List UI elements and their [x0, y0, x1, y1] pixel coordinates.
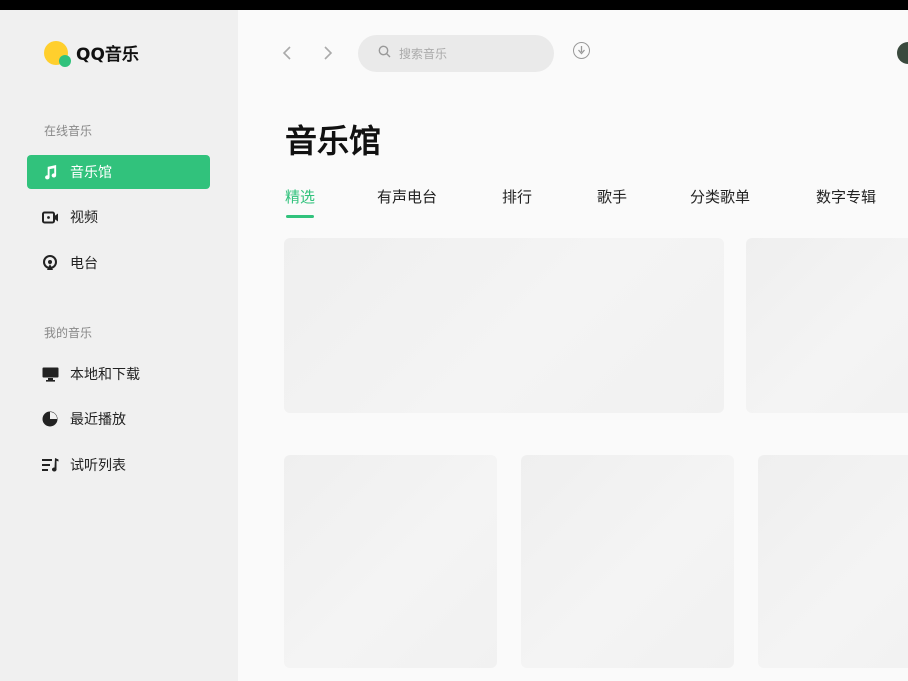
sidebar-item-local-download[interactable]: 本地和下载 — [27, 357, 210, 391]
clock-icon — [41, 410, 59, 428]
tab-audio-radio[interactable]: 有声电台 — [377, 186, 437, 207]
tab-charts[interactable]: 排行 — [502, 186, 532, 207]
app-name: QQ音乐 — [76, 45, 139, 65]
tab-singers[interactable]: 歌手 — [597, 186, 627, 207]
search-input[interactable] — [397, 45, 531, 62]
tab-category-playlists[interactable]: 分类歌单 — [690, 186, 750, 207]
sidebar-item-video[interactable]: 视频 — [27, 200, 210, 234]
search-box[interactable] — [358, 35, 554, 72]
playlist-icon — [41, 456, 59, 474]
avatar[interactable] — [897, 42, 908, 64]
app-logo[interactable]: QQ音乐 — [44, 40, 139, 67]
sidebar-item-label: 电台 — [70, 256, 98, 272]
active-tab-indicator — [286, 215, 314, 218]
banner-card[interactable] — [284, 238, 724, 413]
sidebar-item-label: 本地和下载 — [70, 367, 140, 383]
sidebar: QQ音乐 在线音乐 音乐馆 视频 电台 我的音乐 本地和下载 最近播放 试听列表 — [0, 10, 238, 681]
app-window: QQ音乐 在线音乐 音乐馆 视频 电台 我的音乐 本地和下载 最近播放 试听列表… — [0, 10, 908, 681]
search-icon — [378, 45, 391, 62]
chevron-right-icon[interactable] — [323, 44, 333, 65]
tab-digital-albums[interactable]: 数字专辑 — [816, 186, 876, 207]
tab-featured[interactable]: 精选 — [285, 186, 315, 207]
sidebar-item-label: 视频 — [70, 210, 98, 226]
section-title-mine: 我的音乐 — [44, 326, 93, 340]
music-recognition-icon[interactable] — [573, 42, 590, 59]
computer-icon — [41, 365, 59, 383]
sidebar-item-music-hall[interactable]: 音乐馆 — [27, 155, 210, 189]
sidebar-item-label: 最近播放 — [70, 412, 126, 428]
playlist-card[interactable] — [284, 455, 497, 668]
music-note-icon — [41, 163, 59, 181]
sidebar-item-label: 试听列表 — [70, 458, 126, 474]
section-title-online: 在线音乐 — [44, 124, 93, 138]
playlist-card[interactable] — [758, 455, 908, 668]
video-icon — [41, 208, 59, 226]
sidebar-item-trial-list[interactable]: 试听列表 — [27, 448, 210, 482]
sidebar-item-radio[interactable]: 电台 — [27, 246, 210, 280]
playlist-card[interactable] — [521, 455, 734, 668]
radio-icon — [41, 254, 59, 272]
sidebar-item-recent[interactable]: 最近播放 — [27, 402, 210, 436]
sidebar-item-label: 音乐馆 — [70, 165, 112, 181]
banner-card[interactable] — [746, 238, 908, 413]
page-title: 音乐馆 — [285, 122, 382, 160]
chevron-left-icon[interactable] — [282, 44, 292, 65]
qq-music-logo-icon — [44, 40, 71, 67]
